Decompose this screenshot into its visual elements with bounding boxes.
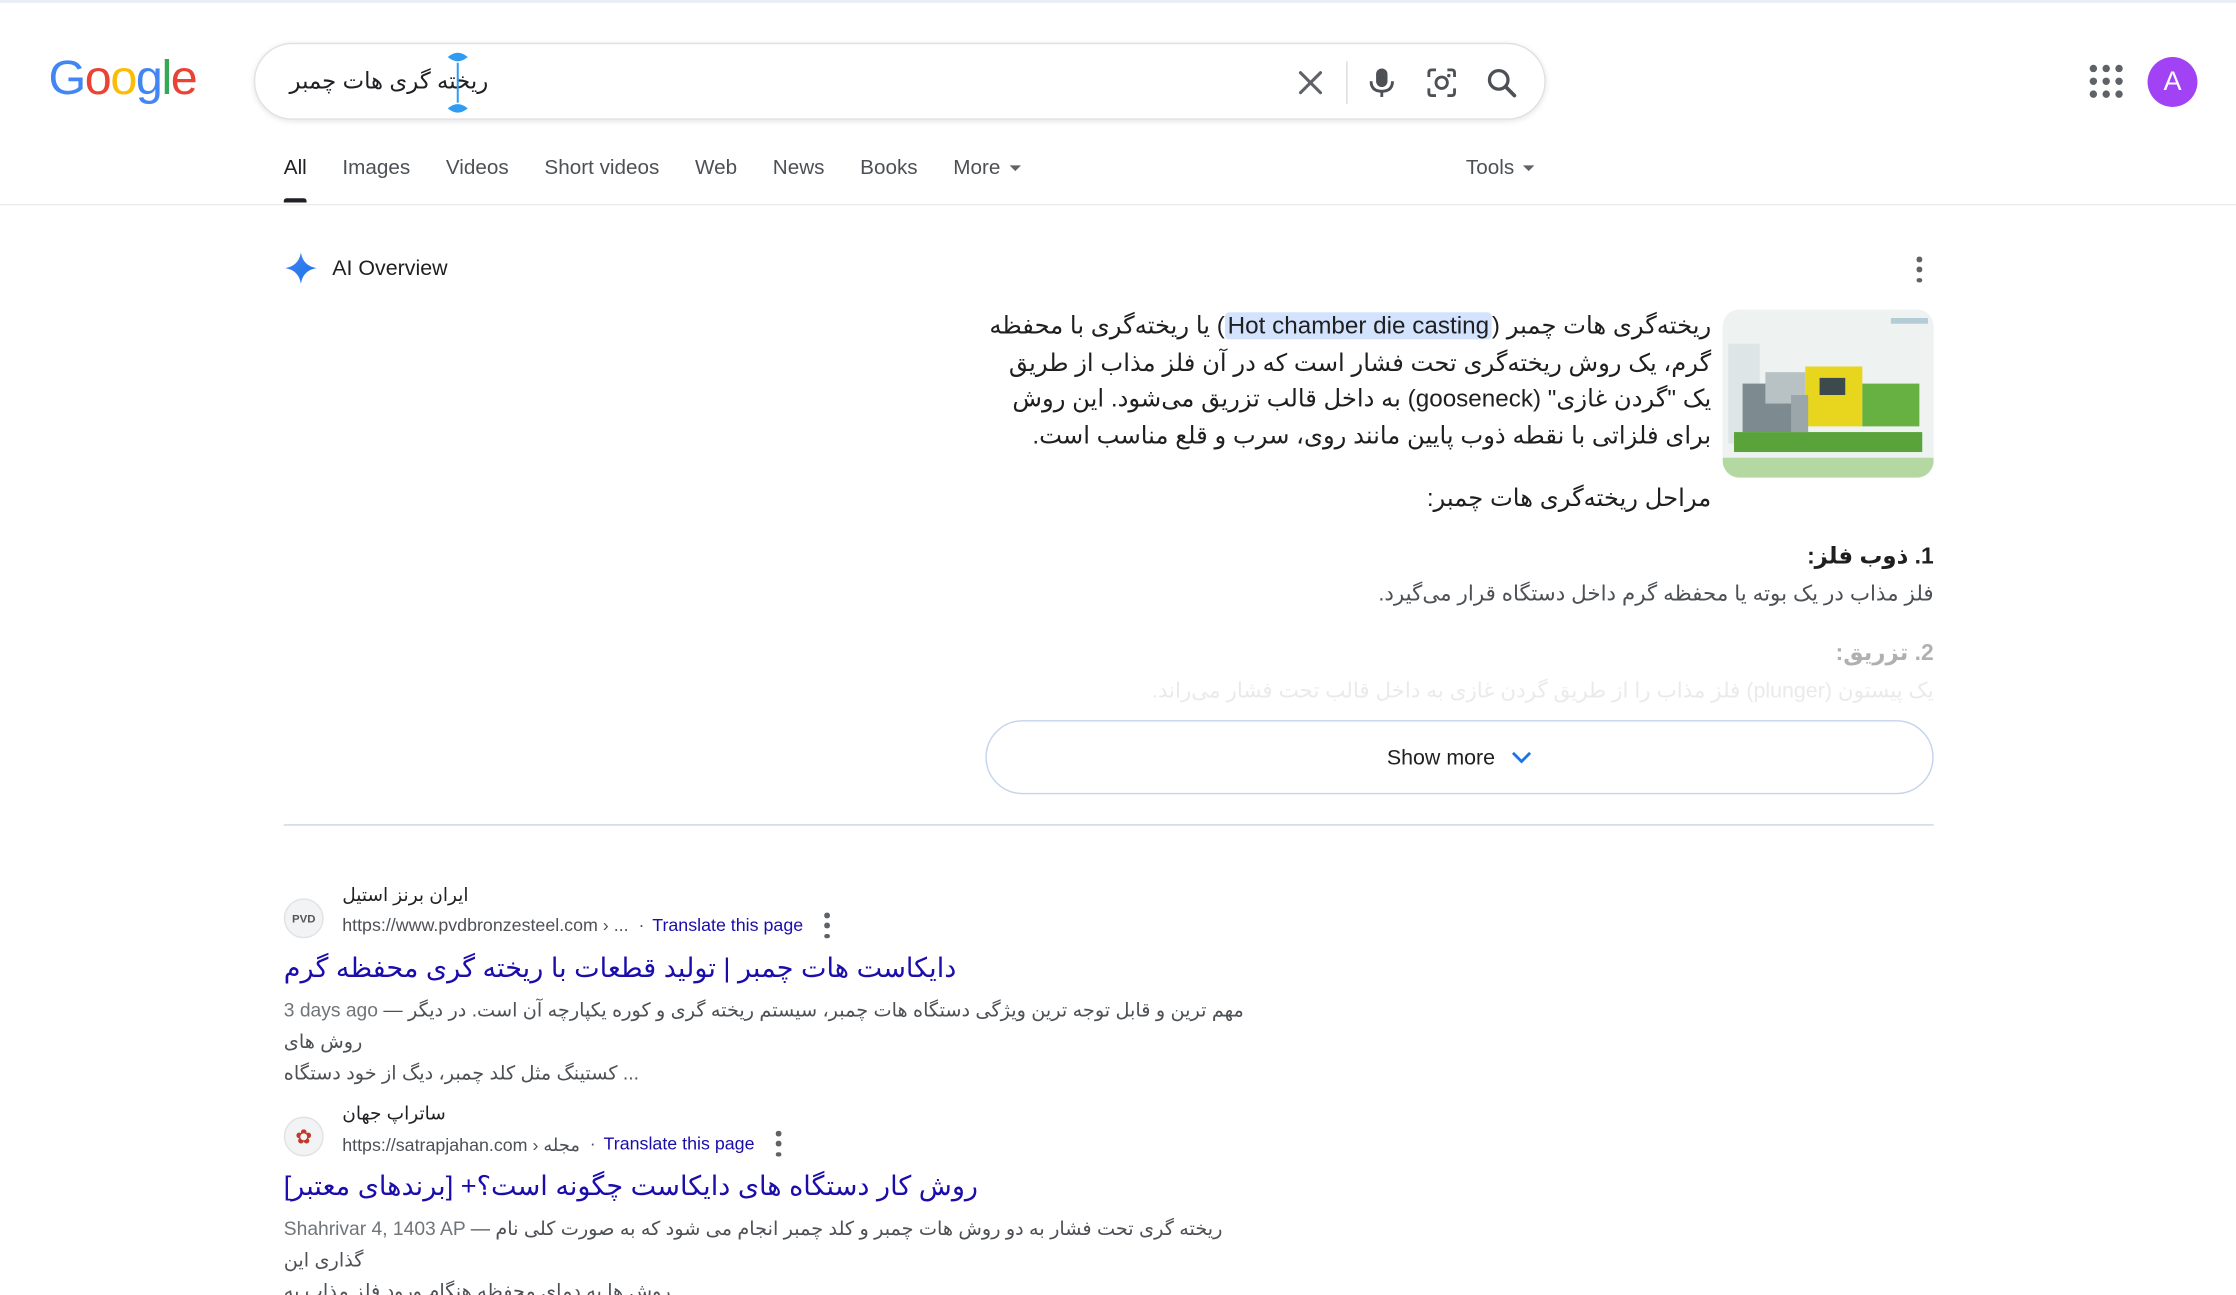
show-more-button[interactable]: Show more (985, 720, 1934, 795)
site-name[interactable]: ایران برنز استیل (342, 884, 468, 907)
snippet-line: مهم ترین و قابل توجه ترین ویژگی دستگاه ه… (283, 999, 1244, 1053)
die-casting-machine-image[interactable] (1722, 309, 1934, 478)
result-snippet: Shahrivar 4, 1403 AP — ریخته گری تحت فشا… (284, 1214, 1268, 1295)
search-icon[interactable] (1482, 63, 1522, 103)
step-heading: 2. تزریق: (1835, 641, 1934, 666)
tab-web[interactable]: Web (695, 157, 737, 205)
ai-overview-summary: ریخته‌گری هات چمبر (Hot chamber die cast… (984, 308, 1711, 453)
snippet-line: کستینگ مثل کلد چمبر، دیگ از خود دستگاه .… (283, 1062, 639, 1084)
tab-all[interactable]: All (283, 157, 307, 205)
snippet-line: روش ها به دمای محفظه هنگام ورود فلز مذاب… (283, 1280, 693, 1295)
step-heading: 1. ذوب فلز: (1807, 544, 1934, 569)
search-box[interactable]: ریخته گری هات چمبر (253, 42, 1546, 120)
tab-more-label: More (953, 156, 1001, 180)
logo-letter: o (110, 51, 137, 106)
top-border (0, 0, 2236, 3)
google-logo[interactable]: Google (48, 51, 198, 107)
ai-overview-header: AI Overview (284, 251, 448, 285)
microphone-icon[interactable] (1362, 63, 1402, 103)
text-cursor-handle-icon[interactable] (446, 48, 469, 116)
translate-link[interactable]: Translate this page (604, 1134, 755, 1154)
logo-letter: l (161, 51, 172, 106)
result-date: Shahrivar 4, 1403 AP (283, 1217, 466, 1240)
tab-images[interactable]: Images (342, 157, 410, 205)
camera-lens-icon[interactable] (1422, 63, 1462, 103)
site-favicon[interactable]: ✿ (283, 1116, 324, 1157)
result-snippet: 3 days ago — مهم ترین و قابل توجه ترین و… (283, 999, 1244, 1084)
site-name[interactable]: ساتراپ جهان (342, 1102, 446, 1125)
site-url-row: https://www.pvdbronzesteel.com › ... · T… (342, 912, 832, 939)
result-title-link[interactable]: دایکاست هات چمبر | تولید قطعات با ریخته … (284, 953, 957, 986)
account-avatar[interactable]: A (2147, 57, 2198, 107)
search-input[interactable]: ریخته گری هات چمبر (289, 67, 1259, 96)
ai-overview-title: AI Overview (332, 255, 448, 281)
result-title-link[interactable]: روش کار دستگاه های دایکاست چگونه است؟+ [… (284, 1171, 978, 1204)
highlighted-term[interactable]: Hot chamber die casting (1224, 312, 1492, 340)
logo-letter: g (135, 51, 163, 106)
search-tabs: All Images Videos Short videos Web News … (283, 156, 1056, 205)
result-options-icon[interactable] (823, 912, 832, 939)
site-url-row: https://satrapjahan.com › مجله · Transla… (342, 1130, 783, 1157)
logo-letter: e (170, 51, 198, 106)
tab-news[interactable]: News (773, 157, 825, 205)
section-divider (283, 824, 1934, 826)
clear-search-icon[interactable] (1291, 63, 1331, 103)
header-divider (0, 203, 2236, 206)
site-favicon[interactable]: PVD (283, 898, 324, 939)
tools-label: Tools (1465, 156, 1515, 180)
logo-letter: o (84, 51, 112, 106)
site-url[interactable]: https://www.pvdbronzesteel.com › ... (342, 915, 628, 935)
apps-grid-icon[interactable] (2088, 63, 2125, 100)
tab-short-videos[interactable]: Short videos (544, 157, 659, 205)
step-text: یک پیستون (plunger) فلز مذاب را از طریق … (1151, 678, 1934, 704)
result-options-icon[interactable] (774, 1130, 783, 1157)
site-url[interactable]: https://satrapjahan.com › مجله (342, 1133, 580, 1154)
tab-more[interactable]: More (953, 156, 1021, 205)
search-divider (1346, 61, 1348, 105)
step-text: فلز مذاب در یک بوته یا محفظه گرم داخل دس… (1378, 581, 1934, 607)
tab-books[interactable]: Books (860, 157, 917, 205)
logo-letter: G (48, 51, 86, 106)
url-separator: · (628, 915, 650, 936)
chevron-down-icon (1512, 751, 1532, 763)
url-separator: · (579, 1133, 601, 1154)
more-options-icon[interactable] (1915, 256, 1924, 283)
sparkle-icon (285, 252, 317, 284)
show-more-label: Show more (1386, 745, 1496, 770)
search-result: PVD ایران برنز استیل https://www.pvdbron… (283, 884, 1282, 1084)
search-result: ✿ ساتراپ جهان https://satrapjahan.com › … (283, 1102, 1282, 1295)
steps-heading: مراحل ریخته‌گری هات چمبر: (1426, 484, 1712, 512)
dropdown-arrow-icon (1522, 165, 1535, 172)
summary-part: ریخته‌گری هات چمبر ( (1491, 312, 1712, 340)
translate-link[interactable]: Translate this page (652, 915, 803, 935)
dropdown-arrow-icon (1008, 165, 1021, 172)
result-date: 3 days ago (283, 999, 378, 1022)
tools-button[interactable]: Tools (1465, 156, 1535, 180)
tab-videos[interactable]: Videos (446, 157, 509, 205)
